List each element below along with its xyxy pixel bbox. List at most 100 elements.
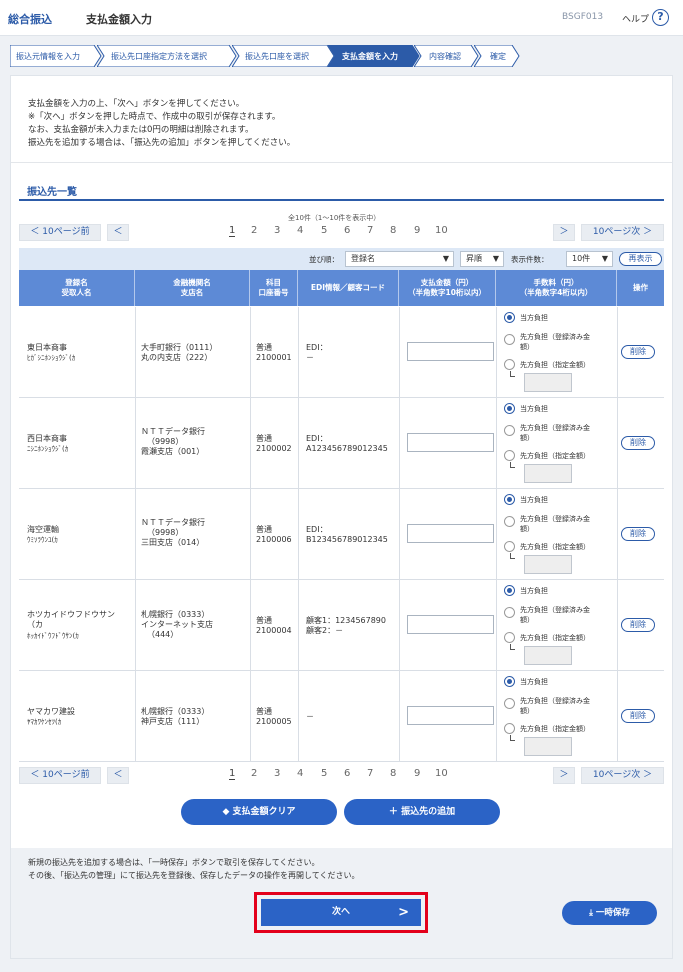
page-9[interactable]: 9 <box>414 225 420 236</box>
fee-radio-specified[interactable] <box>504 541 515 552</box>
account-number: 2100006 <box>256 535 292 544</box>
page-10[interactable]: 10 <box>435 768 448 779</box>
plus-icon: ＋ <box>388 807 402 817</box>
step-6: 確定 <box>474 45 520 67</box>
page-1[interactable]: 1 <box>229 225 236 237</box>
fee-input[interactable] <box>524 646 572 665</box>
delete-button[interactable]: 削除 <box>621 345 655 359</box>
fee-radio-registered[interactable] <box>504 516 515 527</box>
account-number: 2100004 <box>256 626 292 635</box>
table-row: 東日本商事 ﾋｶﾞｼﾆﾎﾝｼｮｳｼﾞ(ｶ 大手町銀行（0111） 丸の内支店（2… <box>19 307 664 398</box>
bank-name: ＮＴＴデータ銀行 <box>141 427 205 436</box>
edi-info-2: A123456789012345 <box>306 444 388 453</box>
branch-name: 三田支店（014） <box>141 538 205 547</box>
sort-order-select[interactable]: 昇順 ▼ <box>460 251 504 267</box>
next-10-pages-button[interactable]: 10ページ次 ＞ <box>581 224 664 241</box>
page-1[interactable]: 1 <box>229 768 236 780</box>
delete-button[interactable]: 削除 <box>621 709 655 723</box>
fee-radio-specified[interactable] <box>504 359 515 370</box>
help-link[interactable]: ヘルプ <box>622 12 649 25</box>
page-3[interactable]: 3 <box>274 225 280 236</box>
sort-field-select[interactable]: 登録名 ▼ <box>345 251 454 267</box>
page-5[interactable]: 5 <box>321 768 327 779</box>
next-10-pages-button[interactable]: 10ページ次 ＞ <box>581 767 664 784</box>
next-button[interactable]: 次へ > <box>261 899 421 926</box>
step-label: 確定 <box>490 52 506 61</box>
prev-page-button[interactable]: ＜ <box>107 224 129 241</box>
table-row: 西日本商事 ﾆｼﾆﾎﾝｼｮｳｼﾞ(ｶ ＮＴＴデータ銀行 （9998） 霞瀬支店（… <box>19 398 664 489</box>
fee-input[interactable] <box>524 737 572 756</box>
chevron-right-icon: ＞ <box>640 770 653 780</box>
next-page-button[interactable]: ＞ <box>553 767 575 784</box>
amount-input[interactable] <box>407 433 494 452</box>
prev-10-pages-button[interactable]: ＜ 10ページ前 <box>19 224 101 241</box>
account-type: 普通 <box>256 343 272 352</box>
fee-radio-registered[interactable] <box>504 698 515 709</box>
account-number: 2100002 <box>256 444 292 453</box>
page-2[interactable]: 2 <box>251 225 257 236</box>
table-header: 登録名 受取人名 金融機関名 支店名 科目 口座番号 EDI情報／顧客コード 支払金額… <box>19 270 664 306</box>
col-name: 登録名 受取人名 <box>19 270 135 306</box>
fee-radio-ours[interactable] <box>504 494 515 505</box>
branch-name: 丸の内支店（222） <box>141 353 213 362</box>
fee-radio-specified[interactable] <box>504 723 515 734</box>
page-3[interactable]: 3 <box>274 768 280 779</box>
prev-10-pages-button[interactable]: ＜ 10ページ前 <box>19 767 101 784</box>
fee-radio-registered[interactable] <box>504 607 515 618</box>
clear-amount-button[interactable]: ◆ 支払金額クリア <box>181 799 337 825</box>
prev-page-button[interactable]: ＜ <box>107 767 129 784</box>
amount-input[interactable] <box>407 524 494 543</box>
fee-radio-ours[interactable] <box>504 403 515 414</box>
payee-name: ヤマカワ建設 <box>27 707 75 716</box>
page-9[interactable]: 9 <box>414 768 420 779</box>
page-2[interactable]: 2 <box>251 768 257 779</box>
amount-input[interactable] <box>407 706 494 725</box>
fee-radio-ours[interactable] <box>504 676 515 687</box>
footer-area: 新規の振込先を追加する場合は、「一時保存」ボタンで取引を保存してください。 その… <box>11 848 672 958</box>
fee-input[interactable] <box>524 464 572 483</box>
page-7[interactable]: 7 <box>367 225 373 236</box>
fee-radio-ours[interactable] <box>504 312 515 323</box>
page-6[interactable]: 6 <box>344 768 350 779</box>
delete-button[interactable]: 削除 <box>621 436 655 450</box>
fee-radio-specified[interactable] <box>504 632 515 643</box>
page-7[interactable]: 7 <box>367 768 373 779</box>
page-6[interactable]: 6 <box>344 225 350 236</box>
pager-top: ＜ 10ページ前 ＜ 1 2 3 4 5 6 7 8 9 10 ＞ 10ページ次… <box>19 222 664 242</box>
fee-radio-ours[interactable] <box>504 585 515 596</box>
footer-note: 新規の振込先を追加する場合は、「一時保存」ボタンで取引を保存してください。 その… <box>28 858 360 880</box>
next-page-button[interactable]: ＞ <box>553 224 575 241</box>
temp-save-button[interactable]: ⤓ 一時保存 <box>562 901 657 925</box>
payee-kana: ﾎｯｶｲﾄﾞｳﾌﾄﾞｳｻﾝ(ｶ <box>27 632 79 640</box>
delete-button[interactable]: 削除 <box>621 527 655 541</box>
step-4-current: 支払金額を入力 <box>328 45 420 67</box>
chevron-right-icon: ＞ <box>640 227 653 237</box>
page-10[interactable]: 10 <box>435 225 448 236</box>
page-4[interactable]: 4 <box>297 225 303 236</box>
step-3: 振込先口座を選択 <box>232 45 335 67</box>
eraser-icon: ◆ <box>222 807 233 817</box>
page-8[interactable]: 8 <box>390 768 396 779</box>
branch-code: （444） <box>147 630 179 639</box>
col-account: 科目 口座番号 <box>250 270 298 306</box>
per-page-select[interactable]: 10件 ▼ <box>566 251 613 267</box>
delete-button[interactable]: 削除 <box>621 618 655 632</box>
fee-radio-registered[interactable] <box>504 425 515 436</box>
bank-name: 大手町銀行（0111） <box>141 343 218 352</box>
amount-input[interactable] <box>407 615 494 634</box>
payee-kana: ﾔﾏｶﾜｹﾝｾﾂ(ｶ <box>27 718 62 726</box>
amount-input[interactable] <box>407 342 494 361</box>
page-5[interactable]: 5 <box>321 225 327 236</box>
col-edi: EDI情報／顧客コード <box>298 270 399 306</box>
page-8[interactable]: 8 <box>390 225 396 236</box>
fee-input[interactable] <box>524 373 572 392</box>
help-icon[interactable]: ? <box>652 9 669 26</box>
fee-radio-registered[interactable] <box>504 334 515 345</box>
redisplay-button[interactable]: 再表示 <box>619 252 662 266</box>
add-payee-button[interactable]: ＋ 振込先の追加 <box>344 799 500 825</box>
account-type: 普通 <box>256 525 272 534</box>
page-4[interactable]: 4 <box>297 768 303 779</box>
app-title: 総合振込 <box>8 13 52 26</box>
fee-input[interactable] <box>524 555 572 574</box>
fee-radio-specified[interactable] <box>504 450 515 461</box>
